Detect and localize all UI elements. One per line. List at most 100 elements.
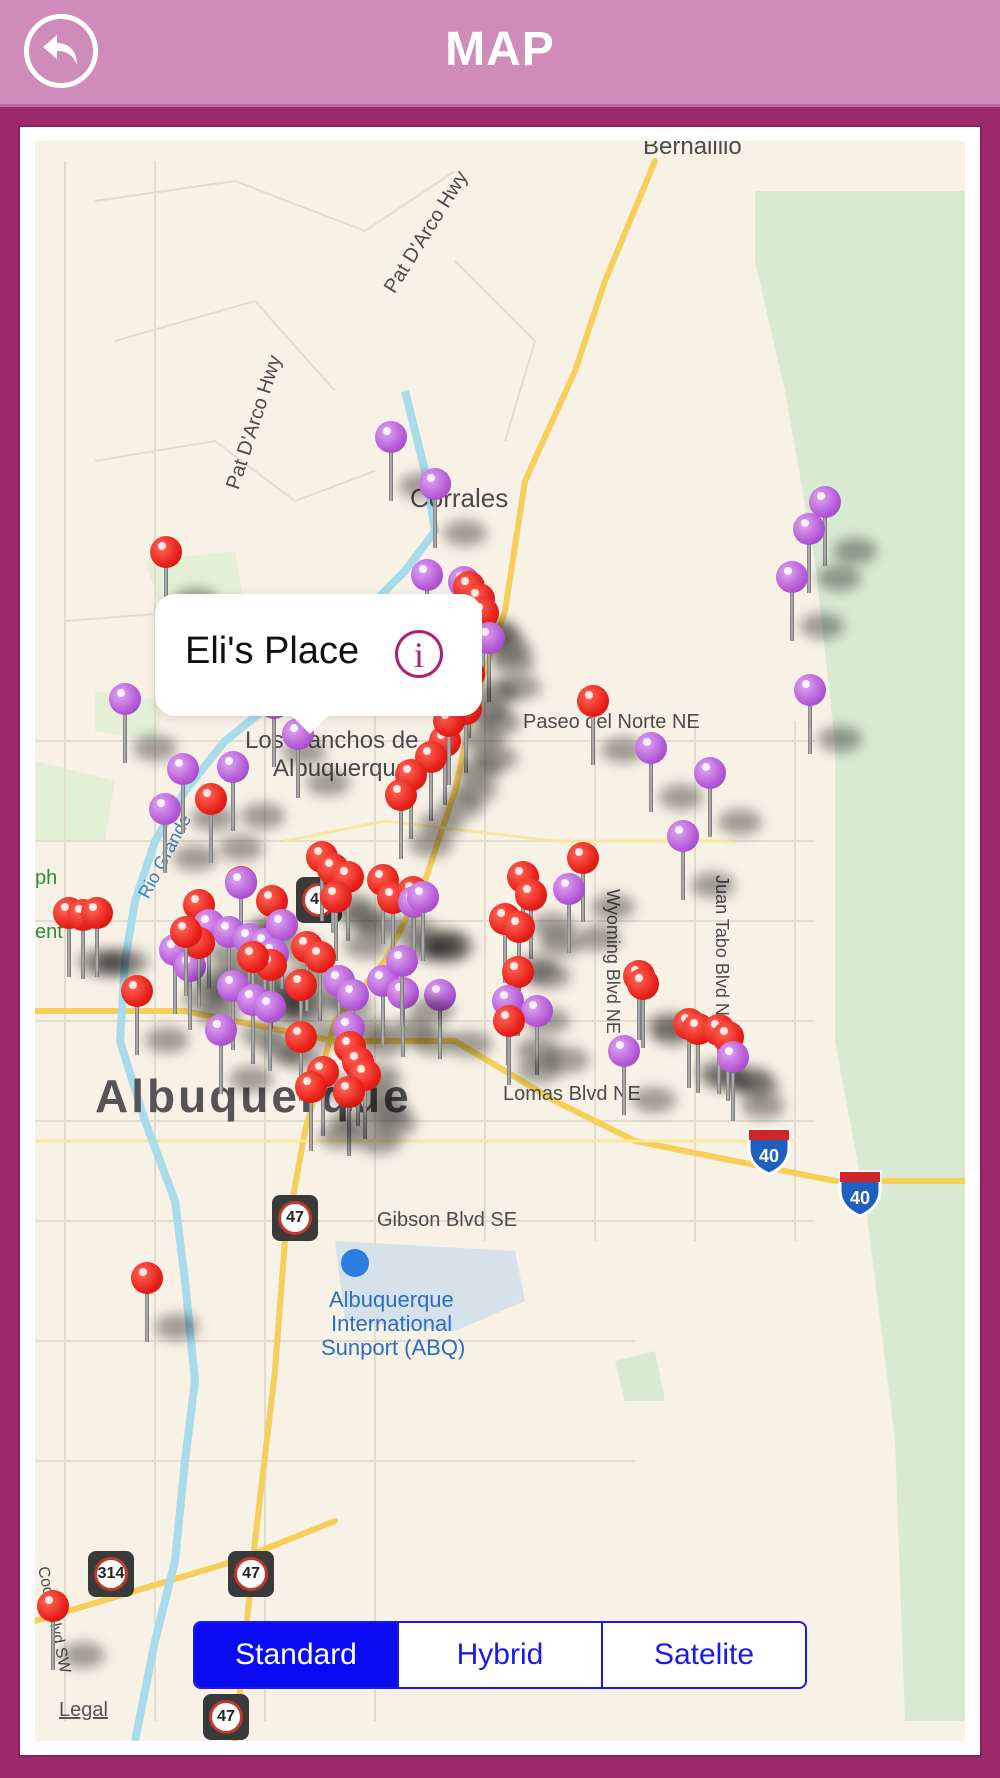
- map-type-satelite[interactable]: Satelite: [601, 1623, 805, 1687]
- pin-head: [375, 421, 407, 453]
- pin-needle: [163, 819, 167, 873]
- pin-needle: [696, 1039, 700, 1093]
- map-type-control[interactable]: Standard Hybrid Satelite: [193, 1621, 807, 1689]
- pin-head: [419, 468, 451, 500]
- pin-head: [385, 779, 417, 811]
- map-pin-purple[interactable]: [373, 421, 443, 501]
- pin-shadow: [306, 770, 350, 796]
- map-type-hybrid[interactable]: Hybrid: [397, 1623, 601, 1687]
- map-pin-purple[interactable]: [107, 683, 177, 763]
- route-47-shield: 47: [203, 1694, 249, 1740]
- pin-head: [121, 975, 153, 1007]
- pin-head: [577, 685, 609, 717]
- pin-head: [254, 991, 286, 1023]
- pin-shadow: [155, 1314, 199, 1340]
- pin-needle: [808, 700, 812, 754]
- map-pin-red[interactable]: [293, 1071, 363, 1151]
- pin-head: [285, 1021, 317, 1053]
- pin-needle: [399, 805, 403, 859]
- label-bernalillo: Bernalillo: [643, 141, 742, 160]
- pin-shadow: [457, 757, 501, 783]
- page-title: MAP: [445, 23, 555, 76]
- pin-shadow: [61, 1642, 105, 1668]
- pin-needle: [184, 942, 188, 996]
- pin-needle: [95, 923, 99, 977]
- map-pin-red[interactable]: [79, 897, 149, 977]
- map-pin-red[interactable]: [119, 975, 189, 1055]
- map-pin-purple[interactable]: [417, 468, 487, 548]
- pin-needle: [135, 1001, 139, 1055]
- pin-head: [608, 1035, 640, 1067]
- pin-head: [407, 881, 439, 913]
- pin-needle: [389, 447, 393, 501]
- map-pin-purple[interactable]: [147, 793, 217, 873]
- pin-head: [81, 897, 113, 929]
- map-pin-red[interactable]: [193, 783, 263, 863]
- map-pin-red[interactable]: [491, 1005, 561, 1085]
- pin-needle: [51, 1616, 55, 1670]
- map-pin-red[interactable]: [168, 916, 238, 996]
- route-314-shield: 314: [88, 1551, 134, 1597]
- map-pin-red[interactable]: [431, 705, 501, 785]
- pin-head: [131, 1262, 163, 1294]
- pin-shadow: [741, 1093, 785, 1119]
- map-pin-purple[interactable]: [203, 1014, 273, 1094]
- callout-title: Eli's Place: [185, 630, 360, 672]
- label-juan-tabo-blvd: Juan Tabo Blvd NE: [711, 875, 732, 1028]
- map-pin-purple[interactable]: [633, 732, 703, 812]
- pin-head: [167, 753, 199, 785]
- pin-shadow: [833, 538, 877, 564]
- pin-shadow: [800, 613, 844, 639]
- pin-head: [195, 783, 227, 815]
- pin-head: [717, 1041, 749, 1073]
- pin-head: [794, 674, 826, 706]
- pin-head: [694, 757, 726, 789]
- pin-head: [295, 1071, 327, 1103]
- map-pin-red[interactable]: [383, 779, 453, 859]
- pin-shadow: [591, 894, 635, 920]
- pin-head: [567, 842, 599, 874]
- map-pin-purple[interactable]: [551, 873, 621, 953]
- pin-shadow: [817, 565, 861, 591]
- pin-shadow: [448, 1031, 492, 1057]
- pin-shadow: [517, 1057, 561, 1083]
- map-pin-purple[interactable]: [665, 820, 735, 900]
- map-pin-purple[interactable]: [715, 1041, 785, 1121]
- pin-needle: [219, 1040, 223, 1094]
- pin-shadow: [443, 520, 487, 546]
- pin-head: [667, 820, 699, 852]
- pin-shadow: [691, 872, 735, 898]
- pin-needle: [400, 971, 404, 1025]
- label-paseo-del-norte: Paseo del Norte NE: [523, 711, 700, 733]
- pin-needle: [145, 1288, 149, 1342]
- pin-needle: [296, 744, 300, 798]
- pin-shadow: [632, 1087, 676, 1113]
- label-airport-line2: International: [331, 1311, 453, 1336]
- pin-head: [237, 941, 269, 973]
- map-pin-purple[interactable]: [384, 945, 454, 1025]
- pin-shadow: [818, 726, 862, 752]
- pin-needle: [649, 758, 653, 812]
- map-pin-red[interactable]: [575, 685, 645, 765]
- legal-link[interactable]: Legal: [59, 1699, 108, 1722]
- map-pin-red[interactable]: [35, 1590, 105, 1670]
- pin-head: [109, 683, 141, 715]
- pin-head: [503, 911, 535, 943]
- interstate-40-shield: 40: [838, 1170, 882, 1218]
- map-pin-red[interactable]: [129, 1262, 199, 1342]
- map-type-standard[interactable]: Standard: [195, 1623, 397, 1687]
- route-47-shield: 47: [272, 1195, 318, 1241]
- pin-shadow: [431, 933, 475, 959]
- pin-needle: [309, 1097, 313, 1151]
- pin-callout[interactable]: Eli's Place i: [155, 594, 482, 734]
- map-pin-purple[interactable]: [606, 1035, 676, 1115]
- info-icon[interactable]: i: [395, 630, 443, 678]
- pin-head: [493, 1005, 525, 1037]
- pin-needle: [681, 846, 685, 900]
- pin-needle: [421, 907, 425, 961]
- pin-head: [150, 536, 182, 568]
- pin-needle: [622, 1061, 626, 1115]
- map-view[interactable]: Bernalillo Pat D'Arco Hwy Pat D'Arco Hwy…: [35, 141, 965, 1741]
- map-pin-purple[interactable]: [774, 561, 844, 641]
- map-pin-purple[interactable]: [792, 674, 862, 754]
